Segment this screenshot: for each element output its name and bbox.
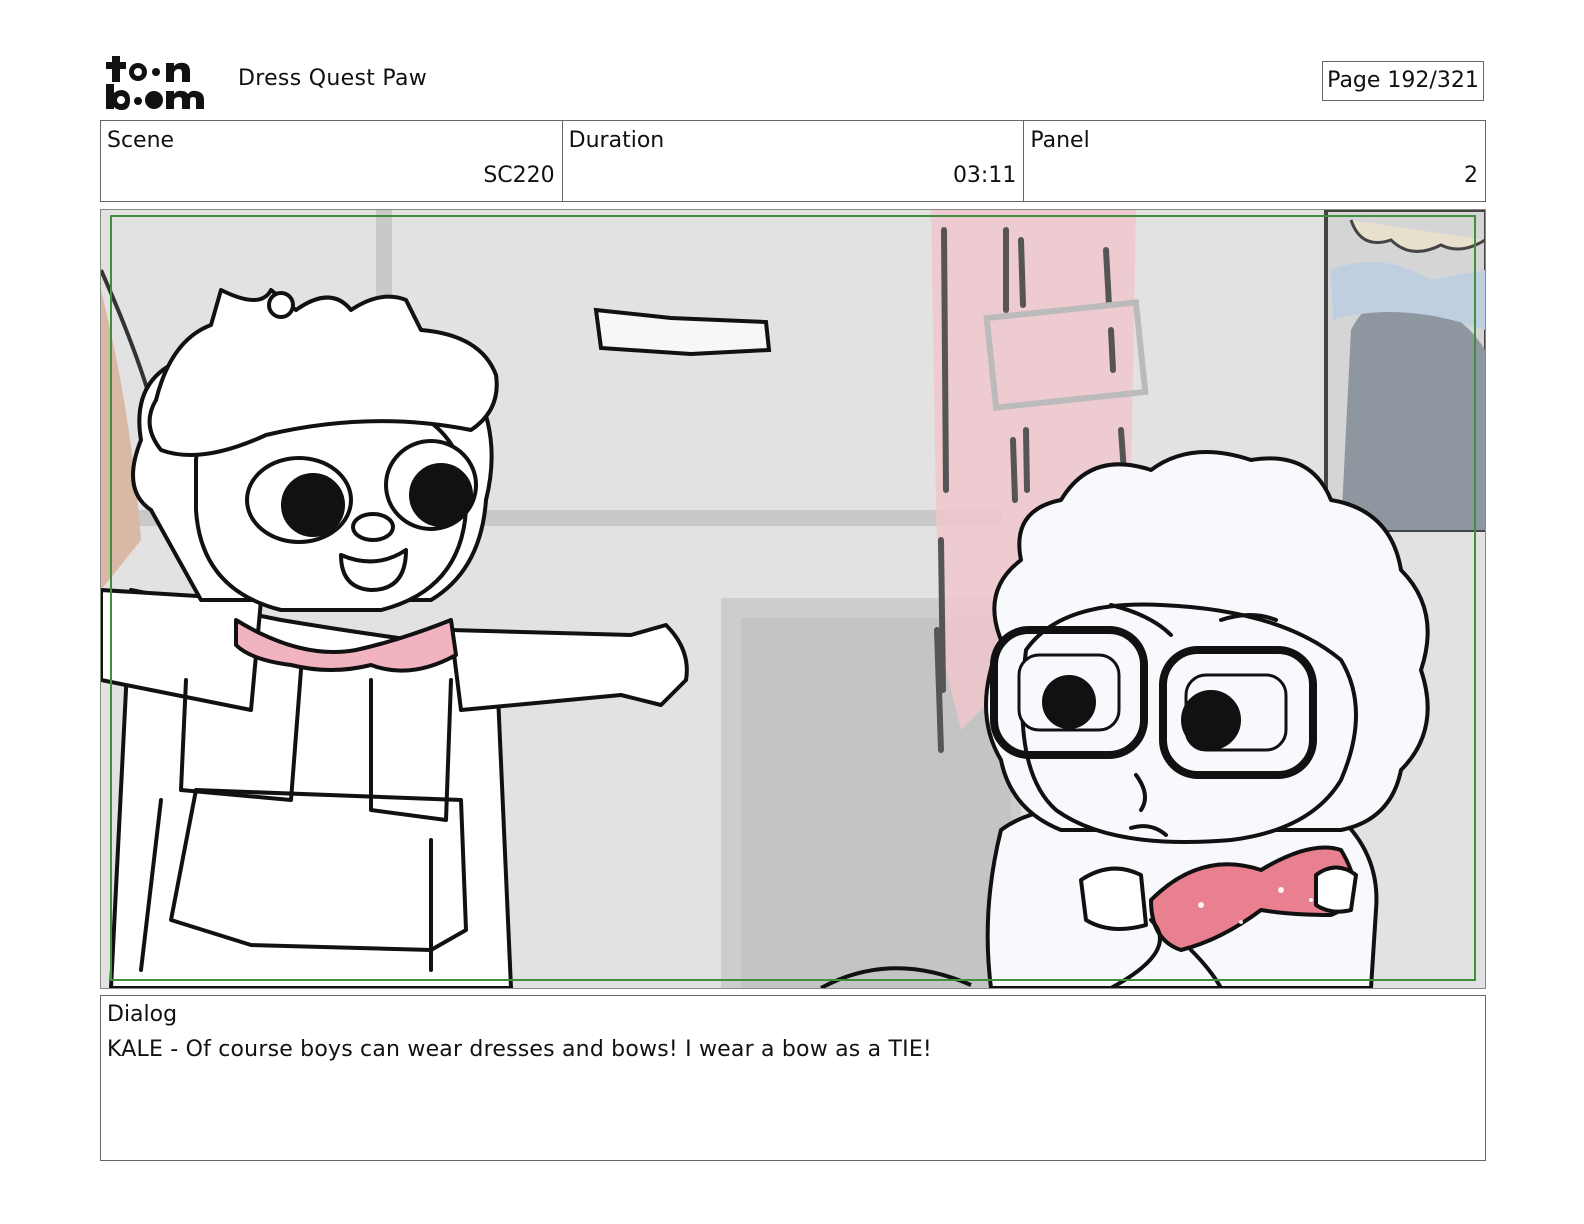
panel-label: Panel: [1030, 128, 1090, 153]
panel-cell: Panel 2: [1024, 121, 1485, 201]
dialog-text: KALE - Of course boys can wear dresses a…: [107, 1037, 932, 1062]
scene-cell: Scene SC220: [101, 121, 563, 201]
scene-value: SC220: [483, 163, 555, 188]
page-number: Page 192/321: [1322, 61, 1484, 101]
duration-label: Duration: [568, 128, 665, 153]
duration-cell: Duration 03:11: [563, 121, 1025, 201]
duration-value: 03:11: [952, 163, 1017, 188]
panel-value: 2: [1464, 163, 1479, 188]
dialog-box: Dialog KALE - Of course boys can wear dr…: [100, 995, 1486, 1161]
storyboard-panel-image: [100, 209, 1486, 989]
project-title: Dress Quest Paw: [238, 66, 428, 91]
scene-info-table: Scene SC220 Duration 03:11 Panel 2: [100, 120, 1486, 202]
dialog-label: Dialog: [107, 1002, 178, 1027]
scene-label: Scene: [107, 128, 175, 153]
toon-boom-logo: [104, 50, 216, 114]
